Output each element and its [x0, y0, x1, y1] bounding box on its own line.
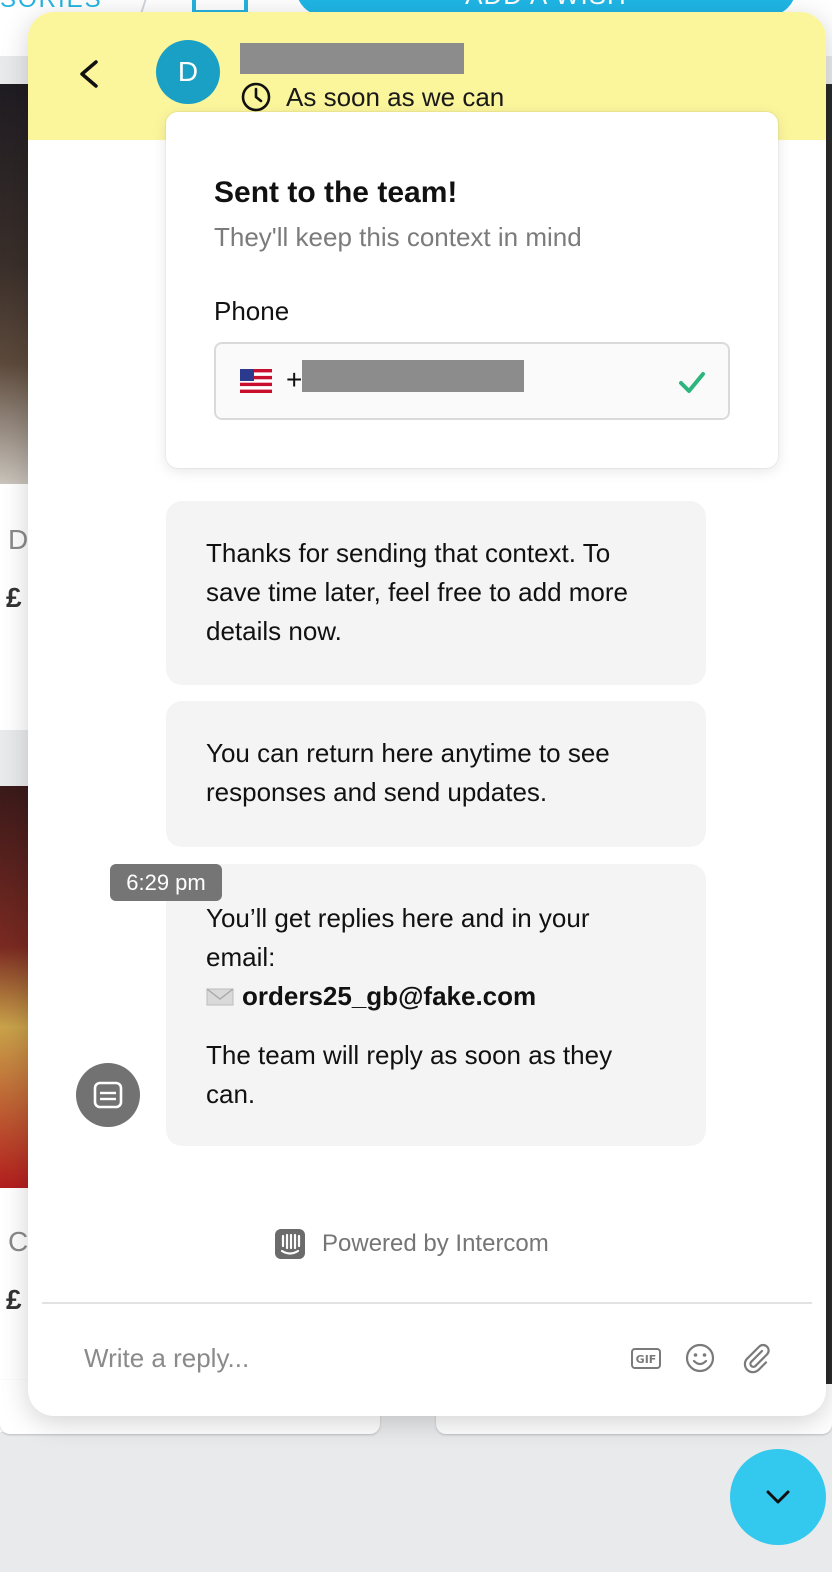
powered-by-text: Powered by Intercom: [322, 1230, 549, 1257]
emoji-icon[interactable]: [684, 1342, 716, 1374]
powered-by-intercom[interactable]: Powered by Intercom: [274, 1228, 549, 1260]
email-row: orders25_gb@fake.com: [206, 977, 666, 1016]
timestamp-badge: 6:29 pm: [110, 864, 222, 901]
message-text: Thanks for sending that context. To save…: [206, 538, 628, 646]
background-product-image: [0, 786, 30, 1188]
background-product-name: C: [8, 1226, 29, 1257]
background-product-image: [0, 84, 30, 484]
intercom-icon: [275, 1229, 305, 1259]
bot-message: You can return here anytime to see respo…: [166, 701, 706, 847]
reply-input[interactable]: [84, 1336, 604, 1380]
message-text: You’ll get replies here and in your emai…: [206, 903, 590, 972]
card-subtitle: They'll keep this context in mind: [214, 222, 582, 252]
card-title: Sent to the team!: [214, 176, 458, 209]
clock-icon: [241, 82, 271, 112]
response-time: As soon as we can: [240, 80, 504, 114]
back-arrow-icon: [80, 60, 98, 88]
background-product-price: £: [6, 582, 22, 613]
us-flag-icon: [240, 369, 272, 393]
phone-field[interactable]: +: [214, 342, 730, 420]
attachment-icon[interactable]: [740, 1342, 772, 1374]
bot-avatar: [76, 1063, 140, 1127]
email-address: orders25_gb@fake.com: [242, 981, 537, 1011]
svg-text:GIF: GIF: [636, 1353, 657, 1366]
response-time-text: As soon as we can: [286, 81, 505, 112]
bot-message: You’ll get replies here and in your emai…: [166, 864, 706, 1146]
phone-label: Phone: [214, 296, 290, 326]
message-text: You can return here anytime to see respo…: [206, 738, 610, 807]
team-avatar: D: [156, 40, 220, 104]
composer-divider: [42, 1302, 812, 1304]
sent-confirmation-card: Sent to the team! They'll keep this cont…: [166, 112, 778, 468]
phone-prefix: +: [286, 364, 303, 395]
bot-icon: [93, 1081, 123, 1109]
chevron-down-icon: [766, 1490, 790, 1504]
messenger-launcher-button[interactable]: [730, 1449, 826, 1545]
redacted-phone-number: [302, 360, 524, 392]
message-text: The team will reply as soon as they can.: [206, 1040, 613, 1109]
messenger-panel: D As soon as we can Sent to the team! Th…: [28, 12, 826, 1416]
check-icon: [679, 372, 705, 393]
bot-message: Thanks for sending that context. To save…: [166, 501, 706, 685]
background-product-name: D: [8, 524, 29, 555]
background-product-price: £: [6, 1284, 22, 1315]
envelope-icon: [206, 987, 234, 1005]
gif-icon[interactable]: GIF: [630, 1342, 662, 1374]
back-button[interactable]: [68, 50, 112, 98]
redacted-team-name: [240, 43, 464, 74]
background-side-strip: [826, 84, 832, 1384]
